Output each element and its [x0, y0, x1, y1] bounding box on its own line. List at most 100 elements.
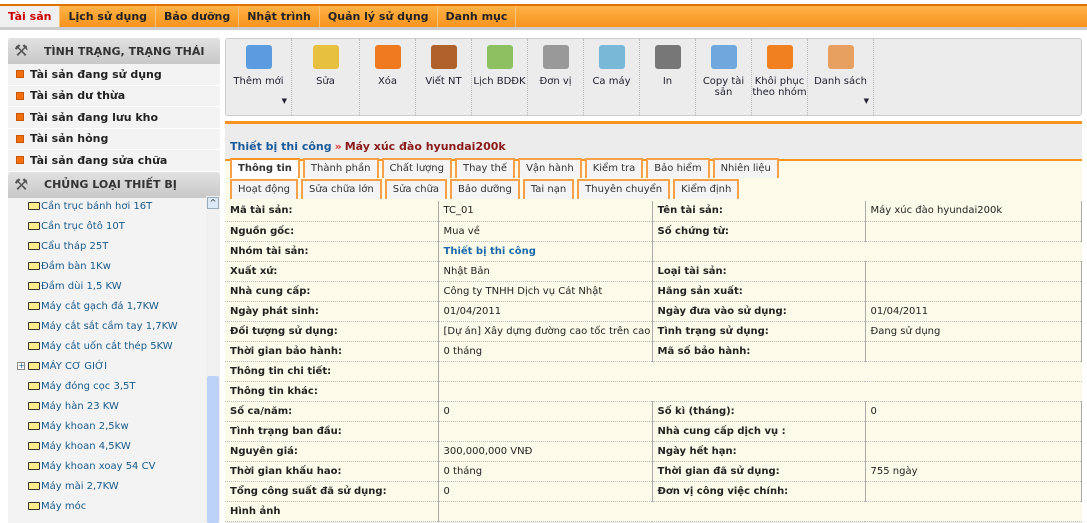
- sidebar-item-status[interactable]: Tài sản đang lưu kho: [8, 107, 220, 129]
- breadcrumb-separator: »: [334, 140, 342, 153]
- field-value: 0 tháng: [438, 341, 653, 362]
- tree-item[interactable]: Máy mài 2,7KW: [8, 476, 220, 496]
- toolbar-button[interactable]: Ca máy: [584, 39, 640, 115]
- detail-row: Mã tài sản: TC_01 Tên tài sản: Máy xúc đào …: [225, 201, 1082, 222]
- nav-tab[interactable]: Nhật trình: [239, 6, 320, 27]
- sidebar-item-status[interactable]: Tài sản hỏng: [8, 129, 220, 150]
- field-label: Nguồn gốc:: [225, 221, 439, 242]
- field-label: Nhà cung cấp:: [225, 281, 439, 302]
- detail-row: Tổng công suất đã sử dụng: 0 Đơn vị công v…: [225, 481, 1082, 502]
- toolbar-button[interactable]: Khôi phục theo nhóm: [752, 39, 808, 115]
- field-value: [865, 241, 1082, 262]
- tree-scrollbar[interactable]: ^: [206, 196, 220, 523]
- tree-item[interactable]: Máy cắt gạch đá 1,7KW: [8, 296, 220, 316]
- field-label: Mã tài sản:: [225, 201, 439, 222]
- toolbar-button[interactable]: Viết NT: [416, 39, 472, 115]
- tab[interactable]: Bảo dưỡng: [450, 179, 520, 199]
- toolbar-button[interactable]: Thêm mới ▼: [226, 39, 292, 115]
- tab[interactable]: Thành phần: [302, 158, 379, 178]
- tab[interactable]: Chất lượng: [381, 158, 452, 178]
- tab[interactable]: Thông tin: [230, 158, 300, 178]
- field-label: Loại tài sản:: [652, 261, 866, 282]
- field-value: [865, 281, 1082, 302]
- folder-icon: [28, 282, 40, 290]
- toolbar-button[interactable]: Lịch BDĐK: [472, 39, 528, 115]
- nav-tab[interactable]: Tài sản: [0, 6, 61, 27]
- tree-item[interactable]: + MÁY CƠ GIỚI: [8, 356, 220, 376]
- bullet-icon: [16, 134, 24, 143]
- sidebar-item-status[interactable]: Tài sản đang sửa chữa: [8, 150, 220, 172]
- toolbar-button[interactable]: Danh sách ▼: [808, 39, 874, 115]
- field-value: [865, 421, 1082, 442]
- tree-item[interactable]: Máy cắt uốn cắt thép 5KW: [8, 336, 220, 356]
- toolbar-button[interactable]: Sửa: [292, 39, 360, 115]
- tab[interactable]: Sửa chữa: [384, 179, 448, 199]
- field-label: Ngày hết hạn:: [652, 441, 866, 462]
- toolbar-button[interactable]: Copy tài sản: [696, 39, 752, 115]
- field-label: Thời gian khấu hao:: [225, 461, 439, 482]
- tree-item[interactable]: Máy hàn 23 KW: [8, 396, 220, 416]
- folder-icon: [28, 442, 40, 450]
- tree-item[interactable]: Máy khoan 2,5kw: [8, 416, 220, 436]
- tab[interactable]: Kiểm tra: [584, 158, 644, 178]
- nav-tab[interactable]: Lịch sử dụng: [60, 6, 157, 27]
- tab[interactable]: Thay thế: [454, 158, 516, 178]
- tree-item[interactable]: Máy khoan xoay 54 CV: [8, 456, 220, 476]
- tree-item[interactable]: Máy cắt sắt cầm tay 1,7KW: [8, 316, 220, 336]
- toolbar-button-label: Đơn vị: [539, 76, 572, 87]
- field-value: [865, 441, 1082, 462]
- nav-tab[interactable]: Bảo dưỡng: [156, 6, 240, 27]
- tab[interactable]: Bảo hiểm: [646, 158, 710, 178]
- tab[interactable]: Hoạt động: [230, 179, 299, 199]
- field-value: 01/04/2011: [865, 301, 1082, 322]
- tab[interactable]: Nhiên liệu: [712, 158, 779, 178]
- field-value: 300,000,000 VNĐ: [438, 441, 653, 462]
- expand-icon[interactable]: +: [17, 362, 25, 370]
- tree-item[interactable]: Cần trục ôtô 10T: [8, 216, 220, 236]
- tree-item[interactable]: Đầm bàn 1Kw: [8, 256, 220, 276]
- field-label: Tên tài sản:: [652, 201, 866, 222]
- tools-icon: ⚒: [14, 174, 29, 194]
- tree-item[interactable]: Máy khoan 4,5KW: [8, 436, 220, 456]
- dropdown-arrow-icon[interactable]: ▼: [864, 97, 869, 105]
- folder-icon: [28, 422, 40, 430]
- bullet-icon: [16, 91, 24, 100]
- category-section-header[interactable]: ⚒ CHỦNG LOẠI THIẾT BỊ: [8, 171, 220, 198]
- status-section-header[interactable]: ⚒ TÌNH TRẠNG, TRẠNG THÁI: [8, 38, 220, 64]
- tab[interactable]: Vận hành: [518, 158, 582, 178]
- breadcrumb-parent[interactable]: Thiết bị thi công: [230, 140, 332, 153]
- nav-tab[interactable]: Quản lý sử dụng: [320, 6, 438, 27]
- toolbar-button[interactable]: Đơn vị: [528, 39, 584, 115]
- tree-item[interactable]: Máy đóng cọc 3,5T: [8, 376, 220, 396]
- tree-item[interactable]: Đầm dùi 1,5 KW: [8, 276, 220, 296]
- field-value: Công ty TNHH Dịch vụ Cát Nhật: [438, 281, 653, 302]
- tabs-row-2: Hoạt động Sửa chữa lớn Sửa chữa Bảo dưỡng Ta…: [230, 179, 740, 199]
- folder-add-icon: [245, 45, 272, 69]
- field-value: [438, 421, 653, 442]
- sidebar-item-status[interactable]: Tài sản dư thừa: [8, 86, 220, 107]
- tab[interactable]: Kiểm định: [673, 179, 740, 199]
- scroll-up-icon[interactable]: ^: [207, 197, 219, 209]
- dropdown-arrow-icon[interactable]: ▼: [282, 97, 287, 105]
- tree-item[interactable]: Cẩu tháp 25T: [8, 236, 220, 256]
- nav-tab[interactable]: Danh mục: [438, 6, 517, 27]
- toolbar-button[interactable]: Xóa: [360, 39, 416, 115]
- toolbar-button-label: Lịch BDĐK: [473, 76, 526, 87]
- field-value: Thiết bị thi công: [438, 241, 653, 262]
- tab[interactable]: Thuyên chuyển: [577, 179, 671, 199]
- toolbar-button-label: In: [662, 76, 673, 87]
- tree-item[interactable]: Cần trục bánh hơi 16T: [8, 196, 220, 216]
- detail-row: Xuất xứ: Nhật Bản Loại tài sản:: [225, 261, 1082, 282]
- toolbar-button[interactable]: In: [640, 39, 696, 115]
- field-value: 0: [438, 481, 653, 502]
- tab[interactable]: Tai nạn: [522, 179, 575, 199]
- scroll-thumb[interactable]: [207, 376, 219, 523]
- sidebar-item-status[interactable]: Tài sản đang sử dụng: [8, 64, 220, 86]
- toolbar-button-label: Sửa: [316, 76, 335, 87]
- tree-item-label: Máy hàn 23 KW: [41, 400, 119, 412]
- tree-item[interactable]: Máy móc: [8, 496, 220, 516]
- folder-icon: [28, 342, 40, 350]
- tab[interactable]: Sửa chữa lớn: [301, 179, 382, 199]
- tree-item-label: Máy khoan xoay 54 CV: [41, 460, 156, 472]
- detail-row: Thông tin khác:: [225, 381, 1082, 402]
